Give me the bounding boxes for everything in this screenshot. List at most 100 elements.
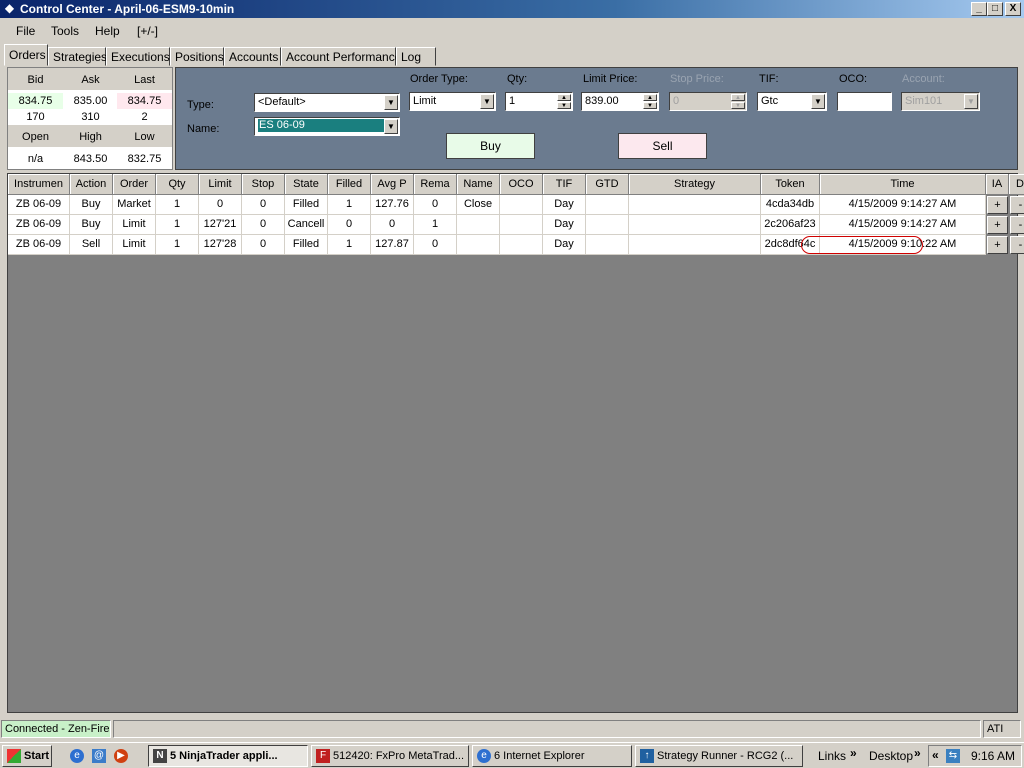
row-d-button[interactable]: - [1010,216,1024,234]
column-header-tif[interactable]: TIF [543,174,586,195]
column-header-gtd[interactable]: GTD [586,174,629,195]
clock[interactable]: 9:16 AM [971,749,1015,763]
chevron-down-icon[interactable]: ▼ [480,94,494,109]
cell-remaining: 0 [414,235,457,255]
desktop-chevron-icon[interactable]: » [914,746,921,760]
column-header-order[interactable]: Order [113,174,156,195]
menu-file[interactable]: File [16,24,35,38]
row-ia-button[interactable]: + [987,216,1008,234]
tab-strategies[interactable]: Strategies [48,47,107,66]
taskbar-strategy-runner[interactable]: ↑ Strategy Runner - RCG2 (... [635,745,803,767]
chevron-down-icon[interactable]: ▼ [384,95,398,110]
order-type-dropdown[interactable]: Limit ▼ [409,92,496,111]
quote-box: Bid Ask Last 834.75 835.00 834.75 170 31… [7,67,173,170]
oco-field[interactable] [837,92,892,111]
cell-token: 2c206af23 [761,215,820,235]
taskbar-fxpro[interactable]: F 512420: FxPro MetaTrad... [311,745,469,767]
type-dropdown[interactable]: <Default> ▼ [254,93,400,112]
spin-up-icon[interactable]: ▲ [557,94,571,101]
cell-qty: 1 [156,195,199,215]
column-header-strategy[interactable]: Strategy [629,174,761,195]
media-player-icon[interactable]: ▶ [114,749,128,763]
spin-down-icon[interactable]: ▼ [557,102,571,109]
tif-dropdown[interactable]: Gtc ▼ [757,92,827,111]
row-d-button[interactable]: - [1010,196,1024,214]
links-toolbar[interactable]: Links [818,749,846,763]
menu-tools[interactable]: Tools [51,24,79,38]
column-header-remaining[interactable]: Rema [414,174,457,195]
column-header-instrument[interactable]: Instrumen [8,174,70,195]
cell-filled: 1 [328,195,371,215]
desktop-toolbar[interactable]: Desktop [869,749,913,763]
maximize-button[interactable]: □ [987,2,1003,16]
cell-token: 4cda34db [761,195,820,215]
tab-positions[interactable]: Positions [170,47,224,66]
menu-expand[interactable]: [+/-] [137,24,158,38]
last-price: 834.75 [117,93,172,109]
table-row[interactable]: ZB 06-09 Sell Limit 1 127'28 0 Filled 1 127.87 0 D… [8,235,1024,255]
qty-stepper[interactable]: 1 ▲ ▼ [505,92,573,111]
ask-size: 310 [81,111,100,123]
network-icon[interactable]: ⇆ [946,749,960,763]
column-header-stop[interactable]: Stop [242,174,285,195]
column-header-token[interactable]: Token [761,174,820,195]
limit-price-stepper[interactable]: 839.00 ▲ ▼ [581,92,659,111]
column-header-time[interactable]: Time [820,174,986,195]
sell-button[interactable]: Sell [618,133,707,159]
column-header-oco[interactable]: OCO [500,174,543,195]
tab-accounts[interactable]: Accounts [224,47,281,66]
internet-explorer-icon[interactable]: e [70,749,84,763]
oco-label: OCO: [839,73,868,85]
column-header-action[interactable]: Action [70,174,113,195]
tab-log[interactable]: Log [396,47,436,66]
close-button[interactable]: X [1005,2,1021,16]
cell-gtd [586,215,629,235]
column-header-avg-price[interactable]: Avg P [371,174,414,195]
app-icon[interactable]: ◆ [3,2,16,15]
spin-up-icon[interactable]: ▲ [643,94,657,101]
outlook-express-icon[interactable]: @ [92,749,106,763]
column-header-filled[interactable]: Filled [328,174,371,195]
tab-executions[interactable]: Executions [106,47,170,66]
bid-header: Bid [27,74,44,86]
taskbar-strategy-runner-label: Strategy Runner - RCG2 (... [657,750,794,762]
chevron-down-icon[interactable]: ▼ [384,119,398,134]
taskbar-ninjatrader[interactable]: N5 NinjaTrader appli... [148,745,308,767]
cell-avg-price: 127.76 [371,195,414,215]
tab-orders[interactable]: Orders [4,44,48,66]
cell-action: Buy [70,215,113,235]
tray-expand-icon[interactable]: « [932,748,939,762]
row-d-button[interactable]: - [1010,236,1024,254]
tab-account-performance[interactable]: Account Performance [281,47,401,66]
column-header-d[interactable]: D [1009,174,1024,195]
buy-button[interactable]: Buy [446,133,535,159]
account-dropdown[interactable]: Sim101 ▼ [901,92,980,111]
row-ia-button[interactable]: + [987,196,1008,214]
cell-oco [500,195,543,215]
row-ia-button[interactable]: + [987,236,1008,254]
start-button[interactable]: Start [2,745,52,767]
cell-state: Cancell [285,215,328,235]
stop-price-stepper[interactable]: 0 ▲ ▼ [669,92,747,111]
title-bar[interactable]: ◆ Control Center - April-06-ESM9-10min _… [0,0,1024,18]
column-header-qty[interactable]: Qty [156,174,199,195]
cell-stop: 0 [242,215,285,235]
spin-up-icon[interactable]: ▲ [731,94,745,101]
chevron-down-icon[interactable]: ▼ [811,94,825,109]
taskbar-internet-explorer[interactable]: e6 Internet Explorer [472,745,632,767]
column-header-ia[interactable]: IA [986,174,1009,195]
menu-help[interactable]: Help [95,24,120,38]
column-header-name[interactable]: Name [457,174,500,195]
spin-down-icon[interactable]: ▼ [731,102,745,109]
name-dropdown[interactable]: ES 06-09 ▼ [254,117,400,136]
minimize-button[interactable]: _ [971,2,987,16]
table-row[interactable]: ZB 06-09 Buy Market 1 0 0 Filled 1 127.76 0 Close D… [8,195,1024,215]
column-header-limit[interactable]: Limit [199,174,242,195]
chevron-down-icon[interactable]: ▼ [964,94,978,109]
spin-down-icon[interactable]: ▼ [643,102,657,109]
window-title: Control Center - April-06-ESM9-10min [20,2,235,16]
links-chevron-icon[interactable]: » [850,746,857,760]
table-row[interactable]: ZB 06-09 Buy Limit 1 127'21 0 Cancell 0 0 1 Day 2c2… [8,215,1024,235]
ask-price: 835.00 [73,95,108,107]
column-header-state[interactable]: State [285,174,328,195]
